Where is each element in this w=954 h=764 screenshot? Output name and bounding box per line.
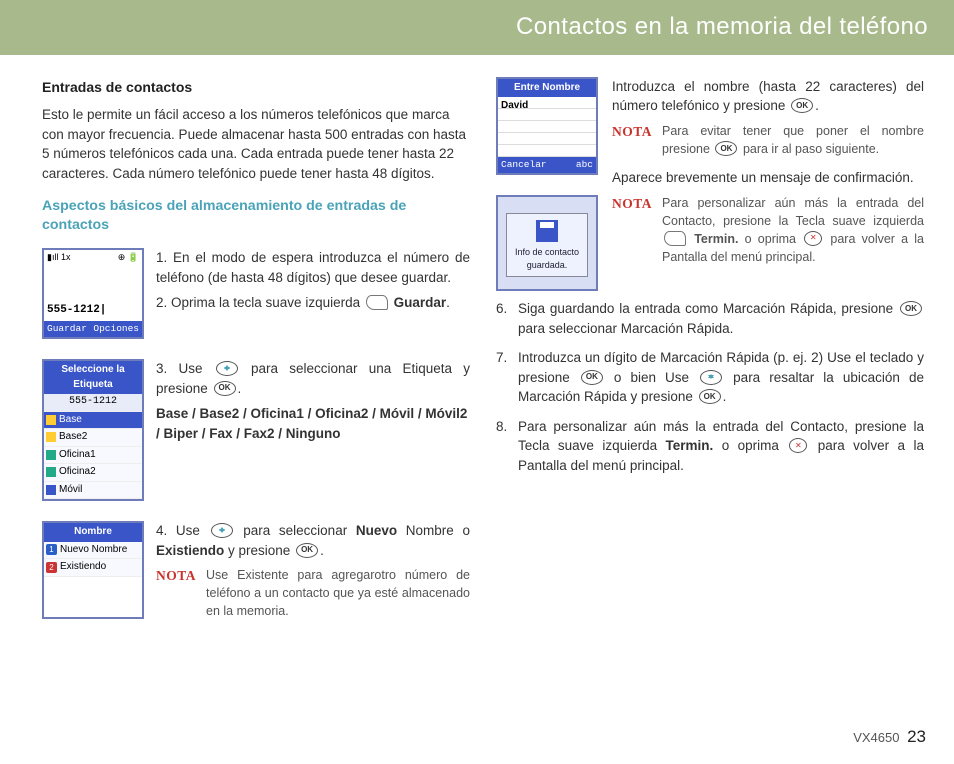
nota-3: NOTA Para personalizar aún más la entrad… [612,194,924,267]
step-8: 8. Para personalizar aún más la entrada … [518,417,924,476]
phone-body-number: 555-1212| [44,265,142,321]
nota-text: Use Existente para agregarotro número de… [206,566,470,620]
nombre-list: 1Nuevo Nombre 2Existiendo [44,542,142,577]
end-key-icon [789,438,807,453]
nombre-title: Nombre [44,523,142,542]
nav-arrow-icon [211,523,233,538]
ok-key-icon [581,370,603,385]
step-5: Introduzca el nombre (hasta 22 caractere… [612,77,924,116]
step-row-3: Seleccione la Etiqueta 555-1212 Base Bas… [42,359,470,511]
page-footer: VX4650 23 [853,725,926,750]
page-header: Contactos en la memoria del teléfono [0,0,954,55]
labels-bold-line: Base / Base2 / Oficina1 / Oficina2 / Móv… [156,404,470,443]
phone-statusbar: ▮ıll 1x ⊕ 🔋 [44,250,142,265]
intro-para: Esto le permite un fácil acceso a los nú… [42,105,470,183]
nav-arrow-icon [216,361,238,376]
left-column: Entradas de contactos Esto le permite un… [42,77,470,641]
end-key-icon [804,231,822,246]
page-title: Contactos en la memoria del teléfono [516,13,928,40]
phone-screen-dial: ▮ıll 1x ⊕ 🔋 555-1212| Guardar Opciones [42,248,144,339]
model-label: VX4650 [853,730,899,745]
softkey-icon [664,231,686,246]
page-body: Entradas de contactos Esto le permite un… [0,55,954,651]
step-6: 6. Siga guardando la entrada como Marcac… [518,299,924,338]
entername-title: Entre Nombre [498,79,596,98]
steps-1-2: 1. En el modo de espera introduzca el nú… [156,248,470,319]
confirm-text: Aparece brevemente un mensaje de confirm… [612,168,924,188]
ok-key-icon [214,381,236,396]
phone-screen-saved: Info de contacto guardada. [496,195,598,291]
right-top-row: Entre Nombre David Cancelar abc Info de … [496,77,924,291]
disk-icon [536,220,558,242]
ok-key-icon [715,141,737,156]
phone-screen-labels: Seleccione la Etiqueta 555-1212 Base Bas… [42,359,144,501]
nota-text: Para evitar tener que poner el nombre pr… [662,122,924,158]
ok-key-icon [296,543,318,558]
step-3-block: 3. Use para seleccionar una Etiqueta y p… [156,359,470,449]
right-screens-stack: Entre Nombre David Cancelar abc Info de … [496,77,598,291]
nota-label: NOTA [612,194,652,267]
phone-screen-entername: Entre Nombre David Cancelar abc [496,77,598,175]
step-1: 1. En el modo de espera introduzca el nú… [156,248,470,287]
nota-1: NOTA Use Existente para agregarotro núme… [156,566,470,620]
right-top-text: Introduzca el nombre (hasta 22 caractere… [612,77,924,291]
subheading: Aspectos básicos del almacenamiento de e… [42,197,470,234]
ok-key-icon [900,301,922,316]
nota-2: NOTA Para evitar tener que poner el nomb… [612,122,924,158]
step-2: 2. Oprima la tecla suave izquierda Guard… [156,293,470,313]
nota-label: NOTA [612,122,652,158]
step-3: 3. Use para seleccionar una Etiqueta y p… [156,359,470,398]
entername-body: David [498,97,596,157]
entername-softkeys: Cancelar abc [498,157,596,173]
nav-arrow-icon [700,370,722,385]
section-heading: Entradas de contactos [42,77,470,97]
ok-key-icon [699,389,721,404]
step-4-block: 4. Use para seleccionar Nuevo Nombre o E… [156,521,470,631]
page-number: 23 [907,727,926,746]
saved-popup: Info de contacto guardada. [506,213,588,277]
step-row-4: Nombre 1Nuevo Nombre 2Existiendo 4. Use … [42,521,470,631]
nota-text: Para personalizar aún más la entrada del… [662,194,924,267]
phone-screen-nombre: Nombre 1Nuevo Nombre 2Existiendo [42,521,144,619]
softkey-icon [366,295,388,310]
right-column: Entre Nombre David Cancelar abc Info de … [496,77,924,641]
steps-6-8: 6. Siga guardando la entrada como Marcac… [496,299,924,476]
labels-list: 555-1212 Base Base2 Oficina1 Oficina2 Mó… [44,394,142,499]
step-4: 4. Use para seleccionar Nuevo Nombre o E… [156,521,470,560]
step-7: 7. Introduzca un dígito de Marcación Ráp… [518,348,924,407]
labels-title: Seleccione la Etiqueta [44,361,142,394]
phone-softkeys: Guardar Opciones [44,321,142,337]
ok-key-icon [791,98,813,113]
step-row-1-2: ▮ıll 1x ⊕ 🔋 555-1212| Guardar Opciones 1… [42,248,470,349]
nota-label: NOTA [156,566,196,620]
